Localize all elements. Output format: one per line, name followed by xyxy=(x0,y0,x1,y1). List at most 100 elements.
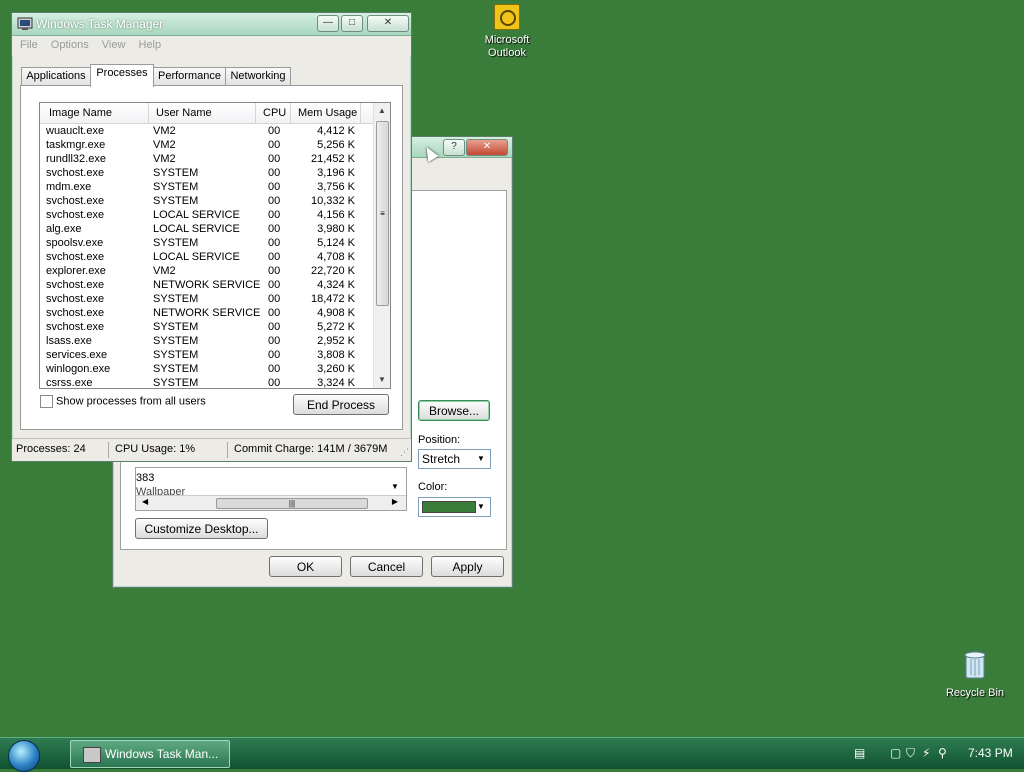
menu-options[interactable]: Options xyxy=(51,39,89,51)
table-row[interactable]: svchost.exe SYSTEM 00 5,272 K xyxy=(40,320,373,334)
table-row[interactable]: csrss.exe SYSTEM 00 3,324 K xyxy=(40,376,373,389)
process-mem-usage: 2,952 K xyxy=(317,335,355,347)
process-mem-usage: 18,472 K xyxy=(310,293,355,305)
table-row[interactable]: lsass.exe SYSTEM 00 2,952 K xyxy=(40,334,373,348)
scroll-up-icon[interactable]: ▲ xyxy=(374,103,390,119)
table-row[interactable]: wuauclt.exe VM2 00 4,412 K xyxy=(40,124,373,138)
tab-networking[interactable]: Networking xyxy=(225,67,291,86)
customize-desktop-button[interactable]: Customize Desktop... xyxy=(135,518,268,539)
menu-bar: File Options View Help xyxy=(12,36,411,56)
shield-icon[interactable]: ⛉ xyxy=(906,746,915,761)
column-image-name[interactable]: Image Name xyxy=(49,107,112,119)
help-button[interactable]: ? xyxy=(443,139,465,156)
apply-button[interactable]: Apply xyxy=(431,556,504,577)
recycle-bin-icon xyxy=(964,651,986,679)
start-button[interactable] xyxy=(8,740,40,772)
taskbar-item-task-manager[interactable]: Windows Task Man... xyxy=(70,740,230,768)
column-cpu[interactable]: CPU xyxy=(263,107,286,119)
scroll-down-icon[interactable]: ▼ xyxy=(391,482,399,491)
process-image-name: services.exe xyxy=(46,349,108,361)
scroll-down-icon[interactable]: ▼ xyxy=(374,372,390,388)
task-manager-titlebar[interactable]: Windows Task Manager — □ ✕ xyxy=(12,13,411,36)
horizontal-scrollbar[interactable]: ◀ ||| ▶ xyxy=(136,495,406,510)
horizontal-scroll-thumb[interactable]: ||| xyxy=(216,498,368,509)
desktop-icon-recycle-bin[interactable]: Recycle Bin xyxy=(935,650,1015,700)
color-picker[interactable]: ▼ xyxy=(418,497,491,517)
table-row[interactable]: svchost.exe NETWORK SERVICE 00 4,324 K xyxy=(40,278,373,292)
close-button[interactable]: ✕ xyxy=(367,15,409,32)
help-icon: ? xyxy=(451,141,457,152)
ok-button[interactable]: OK xyxy=(269,556,342,577)
desktop-icon-outlook[interactable]: Microsoft Outlook xyxy=(467,4,547,60)
tab-performance[interactable]: Performance xyxy=(153,67,226,86)
table-row[interactable]: svchost.exe LOCAL SERVICE 00 4,708 K xyxy=(40,250,373,264)
process-user-name: VM2 xyxy=(153,125,176,137)
process-cpu: 00 xyxy=(268,377,281,389)
vertical-scrollbar[interactable]: ▲ ≡ ▼ xyxy=(373,103,390,388)
end-process-button[interactable]: End Process xyxy=(293,394,389,415)
scroll-left-icon[interactable]: ◀ xyxy=(142,497,148,506)
table-row[interactable]: svchost.exe SYSTEM 00 18,472 K xyxy=(40,292,373,306)
search-icon[interactable]: ⚲ xyxy=(938,746,947,760)
column-mem-usage[interactable]: Mem Usage xyxy=(298,107,357,119)
table-row[interactable]: svchost.exe LOCAL SERVICE 00 4,156 K xyxy=(40,208,373,222)
table-row[interactable]: taskmgr.exe VM2 00 5,256 K xyxy=(40,138,373,152)
process-image-name: winlogon.exe xyxy=(46,363,111,375)
process-mem-usage: 4,708 K xyxy=(317,251,355,263)
position-select[interactable]: Stretch ▼ xyxy=(418,449,491,469)
process-image-name: svchost.exe xyxy=(46,195,105,207)
process-cpu: 00 xyxy=(268,251,281,263)
scroll-right-icon[interactable]: ▶ xyxy=(392,497,398,506)
checkbox-box[interactable] xyxy=(40,395,53,408)
wallpaper-list[interactable]: 383 Wallpaper ◀ ||| ▶ xyxy=(135,467,407,511)
tab-processes[interactable]: Processes xyxy=(90,64,154,87)
process-cpu: 00 xyxy=(268,209,281,221)
table-row[interactable]: explorer.exe VM2 00 22,720 K xyxy=(40,264,373,278)
resize-grip-icon[interactable]: ⋰ xyxy=(400,447,409,458)
status-bar: Processes: 24 CPU Usage: 1% Commit Charg… xyxy=(12,438,411,461)
chevron-down-icon: ▼ xyxy=(477,502,485,511)
table-row[interactable]: svchost.exe NETWORK SERVICE 00 4,908 K xyxy=(40,306,373,320)
clock[interactable]: 7:43 PM xyxy=(968,746,1013,760)
vertical-scroll-thumb[interactable]: ≡ xyxy=(376,121,389,306)
show-all-users-checkbox[interactable]: Show processes from all users xyxy=(40,395,206,408)
color-label: Color: xyxy=(418,481,448,493)
minimize-button[interactable]: — xyxy=(317,15,339,32)
table-row[interactable]: alg.exe LOCAL SERVICE 00 3,980 K xyxy=(40,222,373,236)
process-mem-usage: 4,908 K xyxy=(317,307,355,319)
wallpaper-list-item[interactable]: 383 xyxy=(136,472,154,484)
position-label: Position: xyxy=(418,434,461,446)
process-cpu: 00 xyxy=(268,237,281,249)
process-cpu: 00 xyxy=(268,321,281,333)
process-user-name: LOCAL SERVICE xyxy=(153,251,240,263)
menu-help[interactable]: Help xyxy=(139,39,162,51)
network-icon[interactable]: ⚡ xyxy=(922,746,930,760)
process-image-name: svchost.exe xyxy=(46,307,105,319)
browse-button[interactable]: Browse... xyxy=(418,400,490,421)
table-row[interactable]: mdm.exe SYSTEM 00 3,756 K xyxy=(40,180,373,194)
table-row[interactable]: rundll32.exe VM2 00 21,452 K xyxy=(40,152,373,166)
process-mem-usage: 3,980 K xyxy=(317,223,355,235)
process-user-name: VM2 xyxy=(153,153,176,165)
dialog-close-button[interactable]: ✕ xyxy=(466,139,508,156)
status-icon[interactable]: ▢ xyxy=(890,746,901,760)
column-user-name[interactable]: User Name xyxy=(156,107,212,119)
minimize-icon: — xyxy=(323,17,333,28)
menu-view[interactable]: View xyxy=(102,39,126,51)
maximize-button[interactable]: □ xyxy=(341,15,363,32)
tab-applications[interactable]: Applications xyxy=(21,67,91,86)
keyboard-icon[interactable]: ▤ xyxy=(854,746,865,760)
table-row[interactable]: services.exe SYSTEM 00 3,808 K xyxy=(40,348,373,362)
table-row[interactable]: spoolsv.exe SYSTEM 00 5,124 K xyxy=(40,236,373,250)
menu-file[interactable]: File xyxy=(20,39,38,51)
process-mem-usage: 5,124 K xyxy=(317,237,355,249)
process-mem-usage: 21,452 K xyxy=(310,153,355,165)
process-image-name: rundll32.exe xyxy=(46,153,106,165)
process-cpu: 00 xyxy=(268,125,281,137)
show-all-users-label: Show processes from all users xyxy=(56,395,206,408)
table-row[interactable]: svchost.exe SYSTEM 00 3,196 K xyxy=(40,166,373,180)
cancel-button[interactable]: Cancel xyxy=(350,556,423,577)
table-row[interactable]: winlogon.exe SYSTEM 00 3,260 K xyxy=(40,362,373,376)
process-list[interactable]: Image Name User Name CPU Mem Usage wuauc… xyxy=(39,102,391,389)
table-row[interactable]: svchost.exe SYSTEM 00 10,332 K xyxy=(40,194,373,208)
